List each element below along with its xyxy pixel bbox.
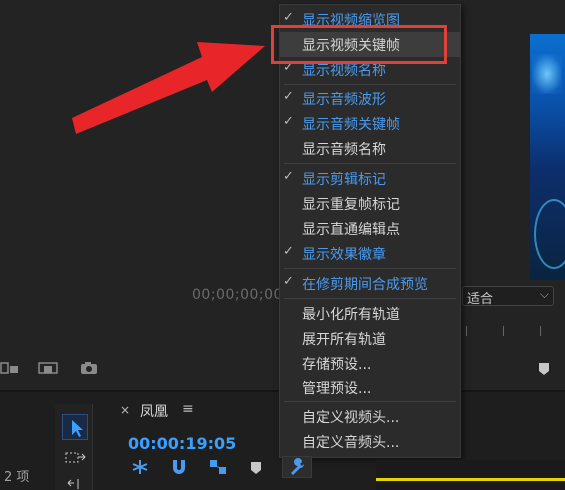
- menu-item-show-audio-keyframes[interactable]: ✓ 显示音频关键帧: [280, 111, 460, 136]
- tab-menu-icon[interactable]: ≡: [182, 401, 194, 417]
- program-monitor-preview: [530, 34, 565, 280]
- zoom-fit-label: 适合: [467, 292, 494, 307]
- menu-item-customize-audio-header[interactable]: 自定义音频头...: [280, 429, 460, 454]
- menu-item-label: 管理预设...: [302, 381, 372, 397]
- timeline-display-settings-button[interactable]: [282, 456, 312, 478]
- menu-item-label: 显示直通编辑点: [302, 222, 400, 238]
- menu-item-label: 最小化所有轨道: [302, 307, 400, 323]
- sequence-tab-name: 凤凰: [140, 404, 168, 420]
- check-icon: ✓: [283, 89, 294, 104]
- menu-item-show-effect-badges[interactable]: ✓ 显示效果徽章: [280, 241, 460, 266]
- marker-icon: [251, 462, 261, 474]
- red-highlight-annotation: [271, 25, 447, 64]
- red-arrow-annotation: [60, 20, 290, 144]
- menu-separator: [284, 163, 456, 164]
- menu-item-show-audio-waveform[interactable]: ✓ 显示音频波形: [280, 86, 460, 111]
- menu-item-show-through-edits[interactable]: 显示直通编辑点: [280, 216, 460, 241]
- menu-item-label: 自定义音频头...: [302, 435, 400, 451]
- menu-item-composite-preview-during-trim[interactable]: ✓ 在修剪期间合成预览: [280, 271, 460, 296]
- menu-separator: [284, 401, 456, 402]
- camera-icon[interactable]: [80, 361, 98, 379]
- menu-item-label: 显示效果徽章: [302, 247, 386, 263]
- arrow-cursor-icon: [72, 420, 83, 437]
- menu-item-label: 显示音频波形: [302, 92, 386, 108]
- menu-item-label: 显示音频关键帧: [302, 117, 400, 133]
- source-timecode: 00;00;00;00: [192, 287, 283, 303]
- menu-item-expand-all-tracks[interactable]: 展开所有轨道: [280, 326, 460, 351]
- menu-item-label: 显示音频名称: [302, 142, 386, 158]
- snap-button[interactable]: [170, 458, 188, 480]
- ripple-edit-icon: [67, 479, 79, 489]
- menu-separator: [284, 298, 456, 299]
- menu-item-save-preset[interactable]: 存储预设...: [280, 351, 460, 376]
- menu-item-manage-presets[interactable]: 管理预设...: [280, 375, 460, 400]
- chevron-down-icon: ⌵: [539, 287, 549, 301]
- menu-item-label: 自定义视频头...: [302, 410, 400, 426]
- nest-sequence-button[interactable]: [130, 458, 150, 480]
- check-icon: ✓: [283, 10, 294, 25]
- menu-item-label: 存储预设...: [302, 357, 372, 373]
- check-icon: ✓: [283, 274, 294, 289]
- project-item-count: 2 项: [4, 470, 30, 485]
- menu-separator: [284, 84, 456, 85]
- sequence-timecode[interactable]: 00:00:19:05: [128, 434, 236, 453]
- close-tab-icon[interactable]: ×: [120, 403, 130, 417]
- menu-item-show-clip-markers[interactable]: ✓ 显示剪辑标记: [280, 166, 460, 191]
- menu-item-label: 显示重复帧标记: [302, 197, 400, 213]
- track-select-tool-button[interactable]: [64, 448, 88, 472]
- ruler-tick: [503, 326, 504, 336]
- menu-item-show-duplicate-frame-markers[interactable]: 显示重复帧标记: [280, 191, 460, 216]
- menu-item-show-audio-names[interactable]: 显示音频名称: [280, 136, 460, 161]
- ruler-tick: [466, 326, 467, 336]
- menu-item-minimize-all-tracks[interactable]: 最小化所有轨道: [280, 301, 460, 326]
- ruler-tick: [540, 326, 541, 336]
- add-marker-button[interactable]: [250, 460, 262, 479]
- nest-icon: [132, 460, 148, 474]
- zoom-fit-select[interactable]: 适合 ⌵: [462, 286, 554, 307]
- work-area-bar[interactable]: [376, 478, 565, 481]
- linked-selection-button[interactable]: [208, 458, 228, 480]
- timeline-display-settings-menu: ✓ 显示视频缩览图 显示视频关键帧 ✓ 显示视频名称 ✓ 显示音频波形 ✓ 显示…: [279, 4, 461, 458]
- menu-item-customize-video-header[interactable]: 自定义视频头...: [280, 404, 460, 429]
- link-icon: [210, 460, 226, 474]
- menu-item-label: 展开所有轨道: [302, 332, 386, 348]
- check-icon: ✓: [283, 114, 294, 129]
- insert-icon[interactable]: [0, 361, 20, 379]
- overwrite-icon[interactable]: [38, 361, 58, 379]
- check-icon: ✓: [283, 169, 294, 184]
- check-icon: ✓: [283, 244, 294, 259]
- ripple-edit-tool-button[interactable]: [64, 476, 88, 490]
- timeline-ruler[interactable]: [376, 460, 565, 490]
- selection-tool-button[interactable]: [62, 414, 88, 440]
- menu-separator: [284, 268, 456, 269]
- menu-item-label: 在修剪期间合成预览: [302, 277, 428, 293]
- track-select-icon: [65, 452, 86, 463]
- magnet-icon: [173, 460, 185, 474]
- wrench-icon: [291, 458, 304, 475]
- marker-icon[interactable]: [538, 361, 550, 380]
- menu-item-label: 显示剪辑标记: [302, 172, 386, 188]
